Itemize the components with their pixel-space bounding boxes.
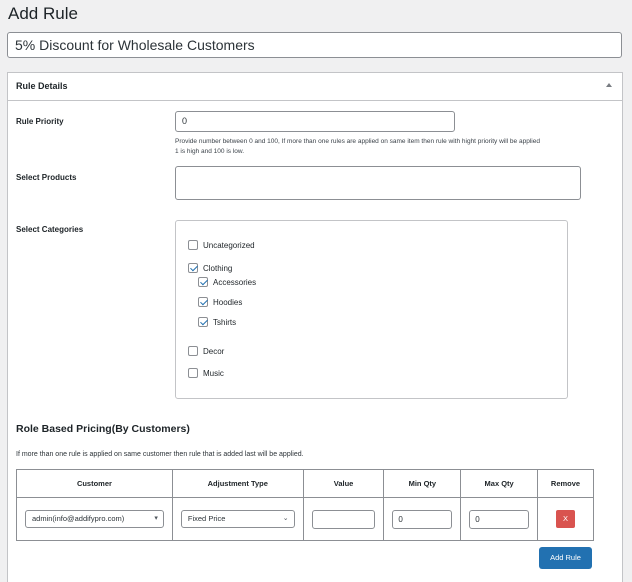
checkbox[interactable] [188,368,198,378]
adjustment-type-select[interactable]: Fixed Price ⌄ [180,510,295,528]
table-row: admin(info@addifypro.com) ▾ Fixed Price … [16,497,594,541]
select-categories-label: Select Categories [16,225,84,234]
min-qty-cell: 0 [383,497,462,541]
checkbox[interactable] [188,346,198,356]
column-header: Customer [16,469,173,498]
rule-title-input[interactable]: 5% Discount for Wholesale Customers [7,32,622,58]
remove-cell: X [537,497,594,541]
chevron-down-icon: ⌄ [282,515,289,522]
max-qty-input[interactable]: 0 [469,509,530,529]
rule-priority-label: Rule Priority [16,117,64,126]
column-header: Value [302,469,385,498]
category-label: Tshirts [213,317,237,327]
category-item[interactable]: Hoodies [198,297,242,307]
rule-priority-input[interactable]: 0 [175,111,455,132]
categories-box: Uncategorized Clothing Accessories Hoodi… [175,220,568,399]
value-input[interactable] [311,509,376,529]
category-item[interactable]: Decor [188,346,224,356]
category-label: Decor [203,346,225,356]
customer-value: admin(info@addifypro.com) [32,514,125,523]
chevron-down-icon: ▾ [154,515,158,522]
checkbox[interactable] [198,277,208,287]
category-label: Hoodies [213,297,243,307]
column-header: Min Qty [383,469,462,498]
role-pricing-heading: Role Based Pricing(By Customers) [16,423,190,435]
customer-cell: admin(info@addifypro.com) ▾ [16,497,173,541]
column-header: Max Qty [460,469,539,498]
pricing-table: Customer Adjustment Type Value Min Qty M… [16,469,594,541]
category-item[interactable]: Music [188,368,224,378]
category-label: Uncategorized [203,240,255,250]
checkbox[interactable] [198,297,208,307]
rule-priority-help: Provide number between 0 and 100, If mor… [175,137,615,157]
role-pricing-note: If more than one rule is applied on same… [16,451,304,458]
category-label: Music [203,368,224,378]
remove-button[interactable]: X [556,510,576,528]
max-qty-cell: 0 [460,497,539,541]
checkbox[interactable] [188,263,198,273]
page-title: Add Rule [8,4,78,23]
value-cell [302,497,385,541]
select-products-label: Select Products [16,173,77,182]
table-header-row: Customer Adjustment Type Value Min Qty M… [16,469,594,498]
category-label: Accessories [213,277,257,287]
column-header: Remove [537,469,594,498]
metabox-header[interactable]: Rule Details [8,73,622,101]
customer-select[interactable]: admin(info@addifypro.com) ▾ [25,510,164,528]
select-products-field[interactable] [175,166,581,200]
category-item[interactable]: Clothing [188,263,232,273]
add-rule-button[interactable]: Add Rule [539,547,592,569]
collapse-arrow-icon[interactable] [606,83,612,87]
checkbox[interactable] [198,317,208,327]
rule-details-metabox: Rule Details Rule Priority 0 Provide num… [7,72,623,582]
adjustment-cell: Fixed Price ⌄ [171,497,304,541]
help-line-2: 1 is high and 100 is low. [175,148,245,155]
help-line-1: Provide number between 0 and 100, If mor… [175,138,540,145]
adjustment-type-value: Fixed Price [187,514,226,523]
column-header: Adjustment Type [171,469,304,498]
category-label: Clothing [203,263,233,273]
category-item[interactable]: Tshirts [198,317,236,327]
metabox-title: Rule Details [16,81,68,91]
min-qty-input[interactable]: 0 [392,509,453,529]
category-item[interactable]: Uncategorized [188,240,255,250]
category-item[interactable]: Accessories [198,277,256,287]
checkbox[interactable] [188,240,198,250]
